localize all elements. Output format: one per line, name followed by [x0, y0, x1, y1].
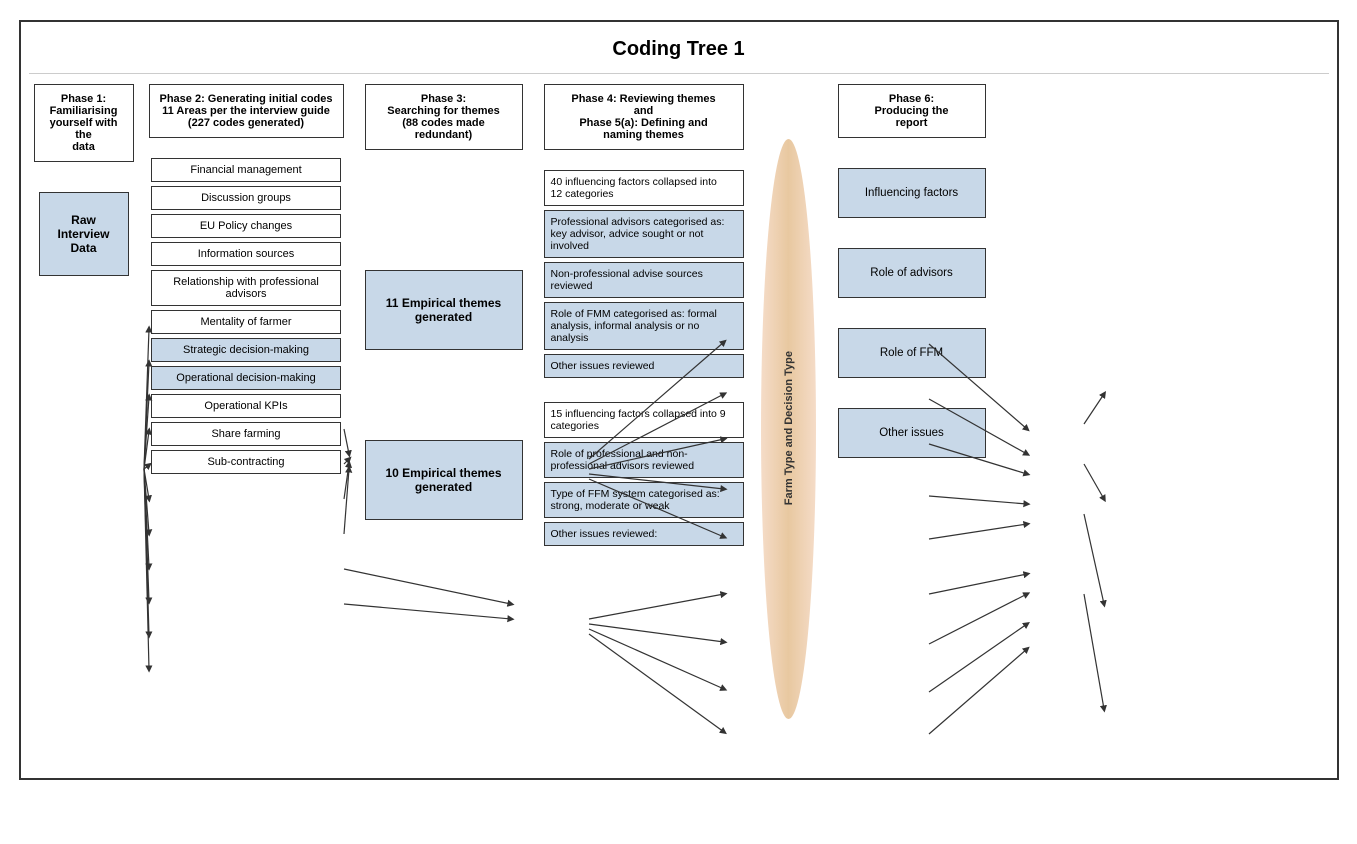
area-item-eu: EU Policy changes — [151, 214, 341, 238]
area-item-kpis: Operational KPIs — [151, 394, 341, 418]
upper-themes-list: 40 influencing factors collapsed into 12… — [544, 170, 744, 378]
upper-theme-5: Other issues reviewed — [544, 354, 744, 378]
output-other: Other issues — [838, 408, 986, 458]
output-items-list: Influencing factors Role of advisors Rol… — [838, 168, 986, 488]
lower-themes-list: 15 influencing factors collapsed into 9 … — [544, 402, 744, 546]
lower-theme-2: Role of professional and non- profession… — [544, 442, 744, 478]
area-item-mentality: Mentality of farmer — [151, 310, 341, 334]
area-item-share: Share farming — [151, 422, 341, 446]
output-influencing: Influencing factors — [838, 168, 986, 218]
main-title: Coding Tree 1 — [29, 30, 1329, 74]
phase2-box: Phase 2: Generating initial codes 11 Are… — [149, 84, 344, 138]
oval-shape: Farm Type and Decision Type — [761, 139, 816, 719]
upper-theme-3: Non-professional advise sources reviewed — [544, 262, 744, 298]
oval-text: Farm Type and Decision Type — [783, 351, 795, 505]
empirical-upper-box: 11 Empirical themes generated — [365, 270, 523, 350]
output-advisors: Role of advisors — [838, 248, 986, 298]
oval-column: Farm Type and Decision Type — [754, 139, 824, 719]
column-phase2: Phase 2: Generating initial codes 11 Are… — [144, 84, 349, 474]
area-item-operational: Operational decision-making — [151, 366, 341, 390]
diagram-wrapper: Phase 1: Familiarising yourself with the… — [29, 84, 1329, 719]
column-phase6: Phase 6: Producing the report Influencin… — [832, 84, 992, 488]
lower-theme-1: 15 influencing factors collapsed into 9 … — [544, 402, 744, 438]
column-phase4: Phase 4: Reviewing themes and Phase 5(a)… — [539, 84, 749, 546]
areas-list: Financial management Discussion groups E… — [151, 158, 341, 474]
area-item-info: Information sources — [151, 242, 341, 266]
phase1-box: Phase 1: Familiarising yourself with the… — [34, 84, 134, 162]
area-item-discussion: Discussion groups — [151, 186, 341, 210]
area-item-financial: Financial management — [151, 158, 341, 182]
column-phase1: Phase 1: Familiarising yourself with the… — [29, 84, 139, 276]
column-phase3: Phase 3: Searching for themes (88 codes … — [359, 84, 529, 520]
empirical-lower-box: 10 Empirical themes generated — [365, 440, 523, 520]
raw-data-box: Raw Interview Data — [39, 192, 129, 276]
lower-theme-4: Other issues reviewed: — [544, 522, 744, 546]
area-item-strategic: Strategic decision-making — [151, 338, 341, 362]
area-item-subcontracting: Sub-contracting — [151, 450, 341, 474]
phase4-box: Phase 4: Reviewing themes and Phase 5(a)… — [544, 84, 744, 150]
area-item-relationship: Relationship with professional advisors — [151, 270, 341, 306]
phase6-box: Phase 6: Producing the report — [838, 84, 986, 138]
upper-theme-2: Professional advisors categorised as: ke… — [544, 210, 744, 258]
outer-container: Coding Tree 1 — [19, 20, 1339, 780]
upper-theme-1: 40 influencing factors collapsed into 12… — [544, 170, 744, 206]
upper-theme-4: Role of FMM categorised as: formal analy… — [544, 302, 744, 350]
phase3-box: Phase 3: Searching for themes (88 codes … — [365, 84, 523, 150]
lower-theme-3: Type of FFM system categorised as: stron… — [544, 482, 744, 518]
output-ffm: Role of FFM — [838, 328, 986, 378]
